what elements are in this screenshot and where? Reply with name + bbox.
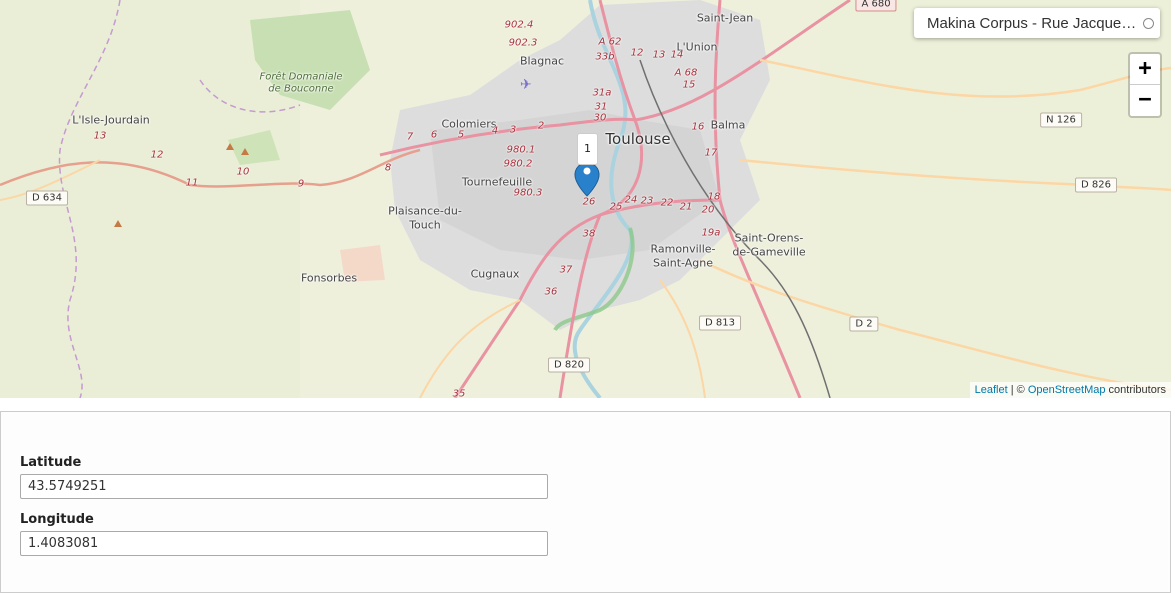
route-number: A 62 bbox=[598, 36, 622, 48]
route-number: 3 bbox=[509, 124, 517, 136]
route-number: 36 bbox=[544, 286, 558, 298]
place-label-lisle-jourdain: L'Isle-Jourdain bbox=[72, 113, 150, 127]
map-attribution: Leaflet | © OpenStreetMap contributors bbox=[969, 382, 1171, 398]
route-number: 980.3 bbox=[513, 187, 543, 199]
route-number: 17 bbox=[704, 147, 718, 159]
route-number: 12 bbox=[630, 47, 644, 59]
route-number: 980.1 bbox=[506, 144, 536, 156]
route-number: 4 bbox=[491, 125, 499, 137]
map-container[interactable]: ✈ Toulouse Saint-Jean L'Union Balma Blag… bbox=[0, 0, 1171, 398]
place-label-forest-line2: de Bouconne bbox=[268, 83, 334, 95]
attribution-suffix: contributors bbox=[1105, 384, 1166, 396]
route-number: 902.4 bbox=[504, 19, 534, 31]
longitude-label: Longitude bbox=[20, 512, 94, 527]
route-number: 13 bbox=[652, 49, 666, 61]
route-number: 24 bbox=[624, 194, 638, 206]
openstreetmap-link[interactable]: OpenStreetMap bbox=[1028, 384, 1106, 396]
route-number: 18 bbox=[707, 191, 721, 203]
place-label-saint-jean: Saint-Jean bbox=[696, 11, 754, 25]
leaflet-link[interactable]: Leaflet bbox=[975, 384, 1008, 396]
route-number: 6 bbox=[430, 129, 438, 141]
place-label-colomiers: Colomiers bbox=[441, 117, 497, 131]
road-shield-d820: D 820 bbox=[548, 357, 590, 373]
place-label-saint-orens-line2: de-Gameville bbox=[732, 245, 806, 259]
geocoder-search-box[interactable]: Makina Corpus - Rue Jacques B … bbox=[914, 8, 1160, 38]
route-number: 26 bbox=[582, 196, 596, 208]
place-label-blagnac: Blagnac bbox=[519, 54, 565, 68]
route-number: A 68 bbox=[674, 67, 698, 79]
zoom-out-button[interactable]: − bbox=[1130, 85, 1160, 115]
road-shield-d813: D 813 bbox=[699, 315, 741, 331]
marker-count-badge[interactable]: 1 bbox=[577, 133, 598, 165]
route-number: 9 bbox=[297, 178, 305, 190]
route-number: 902.3 bbox=[508, 37, 538, 49]
route-number: 31 bbox=[594, 101, 608, 113]
route-number: 15 bbox=[682, 79, 696, 91]
longitude-input[interactable]: 1.4083081 bbox=[20, 531, 548, 556]
route-number: 31a bbox=[592, 87, 612, 99]
route-number: 19a bbox=[701, 227, 721, 239]
route-number: 13 bbox=[93, 130, 107, 142]
route-number: 10 bbox=[236, 166, 250, 178]
route-number: 37 bbox=[559, 264, 573, 276]
route-number: 33b bbox=[595, 51, 615, 63]
route-number: 25 bbox=[609, 201, 623, 213]
svg-text:✈: ✈ bbox=[520, 77, 532, 93]
route-number: 20 bbox=[701, 204, 715, 216]
place-label-ramonville-line1: Ramonville- bbox=[650, 242, 716, 256]
attribution-separator: | © bbox=[1007, 384, 1028, 396]
place-label-plaisance-line1: Plaisance-du- bbox=[388, 204, 462, 218]
route-number: 21 bbox=[679, 201, 693, 213]
route-number: 5 bbox=[457, 129, 465, 141]
route-number: 12 bbox=[150, 149, 164, 161]
zoom-control: + − bbox=[1128, 52, 1162, 118]
route-number: 16 bbox=[691, 121, 705, 133]
coordinates-form: Latitude 43.5749251 Longitude 1.4083081 bbox=[0, 411, 1171, 593]
place-label-cugnaux: Cugnaux bbox=[470, 267, 520, 281]
route-number: 14 bbox=[670, 49, 684, 61]
place-label-plaisance-line2: Touch bbox=[409, 218, 441, 232]
road-shield-d634: D 634 bbox=[26, 190, 68, 206]
route-number: 23 bbox=[640, 195, 654, 207]
route-number: 980.2 bbox=[503, 158, 533, 170]
place-label-saint-orens-line1: Saint-Orens- bbox=[734, 231, 804, 245]
place-label-ramonville-line2: Saint-Agne bbox=[652, 256, 714, 270]
place-label-fonsorbes: Fonsorbes bbox=[300, 271, 358, 285]
route-number: 35 bbox=[452, 388, 466, 399]
road-shield-d2: D 2 bbox=[849, 316, 879, 332]
route-number: 8 bbox=[384, 162, 392, 174]
route-number: 22 bbox=[660, 197, 674, 209]
place-label-balma: Balma bbox=[710, 118, 746, 132]
route-number: 30 bbox=[593, 112, 607, 124]
place-label-toulouse: Toulouse bbox=[605, 130, 671, 148]
route-number: 11 bbox=[185, 177, 199, 189]
road-shield-n126: N 126 bbox=[1040, 112, 1082, 128]
route-number: 38 bbox=[582, 228, 596, 240]
zoom-in-button[interactable]: + bbox=[1130, 54, 1160, 85]
road-shield-d826: D 826 bbox=[1075, 177, 1117, 193]
geocoder-search-input[interactable]: Makina Corpus - Rue Jacques B … bbox=[914, 15, 1141, 32]
route-number: 7 bbox=[406, 131, 414, 143]
search-icon[interactable] bbox=[1143, 17, 1154, 29]
route-number: 2 bbox=[537, 120, 545, 132]
place-label-forest-line1: Forêt Domaniale bbox=[259, 71, 343, 83]
latitude-input[interactable]: 43.5749251 bbox=[20, 474, 548, 499]
road-shield-a680: A 680 bbox=[855, 0, 897, 12]
latitude-label: Latitude bbox=[20, 455, 82, 470]
